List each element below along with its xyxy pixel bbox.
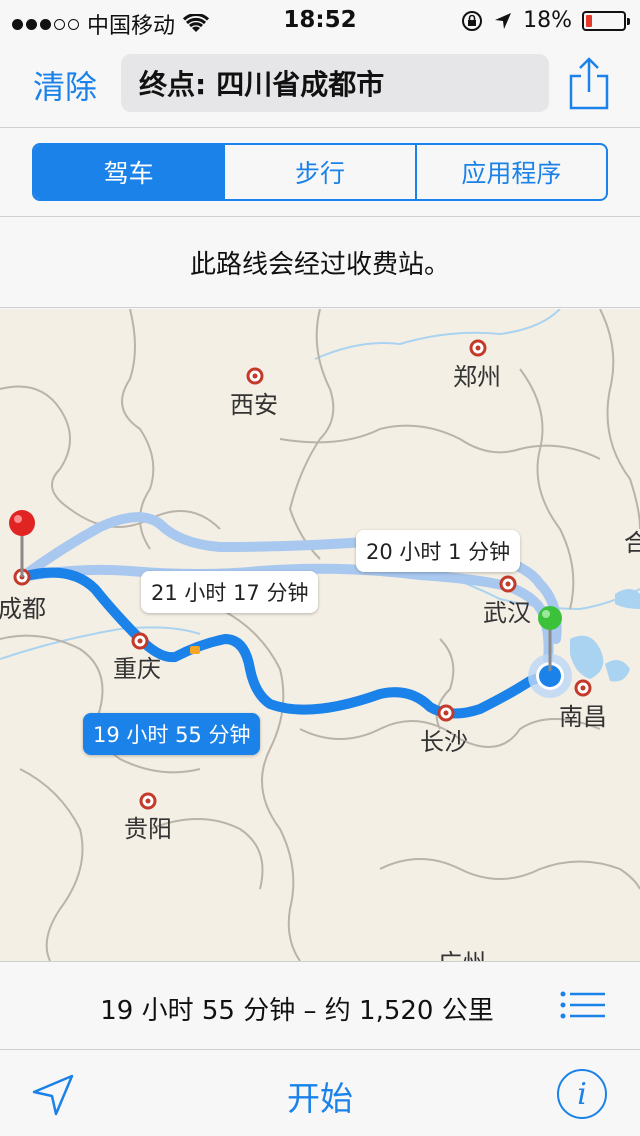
route-summary-text: 19 小时 55 分钟 – 约 1,520 公里	[100, 996, 494, 1026]
bottom-toolbar: 开始 i	[0, 1049, 640, 1136]
route-time-callout-selected[interactable]: 19 小时 55 分钟	[83, 713, 261, 755]
segment-apps[interactable]: 应用程序	[417, 145, 606, 199]
clear-button[interactable]: 清除	[33, 62, 97, 108]
transport-mode-bar: 驾车 步行 应用程序	[0, 129, 640, 217]
city-label-guiyang: 贵阳	[124, 815, 172, 843]
route-time-callout-alt2[interactable]: 20 小时 1 分钟	[356, 530, 521, 572]
route-time-callout-alt1[interactable]: 21 小时 17 分钟	[141, 571, 319, 613]
city-label-chengdu: 成都	[0, 595, 46, 623]
lake	[615, 589, 640, 609]
city-label-changsha: 长沙	[420, 728, 468, 756]
city-label-wuhan: 武汉	[483, 599, 531, 627]
city-label-chongqing: 重庆	[113, 655, 161, 683]
battery-percent: 18%	[523, 8, 572, 33]
start-button[interactable]: 开始	[0, 1072, 640, 1120]
city-label-nanchang: 南昌	[559, 703, 607, 731]
location-services-icon	[495, 12, 512, 29]
city-label-hefei: 合	[624, 529, 640, 557]
transport-mode-segmented-control: 驾车 步行 应用程序	[32, 143, 608, 201]
map-view[interactable]: 西安 郑州 成都 重庆 武汉 长沙 南昌 贵阳 广州 合 19 小时 55 分钟…	[0, 309, 640, 961]
segment-driving[interactable]: 驾车	[34, 145, 226, 199]
status-bar: 中国移动 18:52 18%	[0, 0, 640, 40]
share-icon[interactable]	[566, 56, 612, 112]
list-icon[interactable]	[560, 990, 606, 1020]
info-icon[interactable]: i	[557, 1069, 607, 1119]
lake	[570, 635, 604, 679]
toll-notice: 此路线会经过收费站。	[0, 218, 640, 308]
battery-icon	[582, 10, 630, 31]
city-label-zhengzhou: 郑州	[453, 363, 501, 391]
route-summary-bar: 19 小时 55 分钟 – 约 1,520 公里	[0, 961, 640, 1049]
lake	[605, 660, 630, 682]
river	[314, 309, 561, 360]
status-right: 18%	[461, 8, 630, 33]
toll-marker-icon	[190, 646, 200, 654]
destination-value: 四川省成都市	[216, 68, 385, 101]
map-canvas	[0, 309, 640, 961]
segment-walking[interactable]: 步行	[225, 145, 417, 199]
battery-level	[586, 14, 593, 27]
destination-prefix: 终点:	[139, 68, 207, 101]
destination-field[interactable]: 终点: 四川省成都市	[121, 54, 549, 112]
nav-bar: 清除 终点: 四川省成都市	[0, 40, 640, 128]
city-label-xian: 西安	[230, 391, 278, 419]
city-label-guangzhou: 广州	[438, 943, 486, 961]
rotation-lock-icon	[462, 10, 483, 31]
